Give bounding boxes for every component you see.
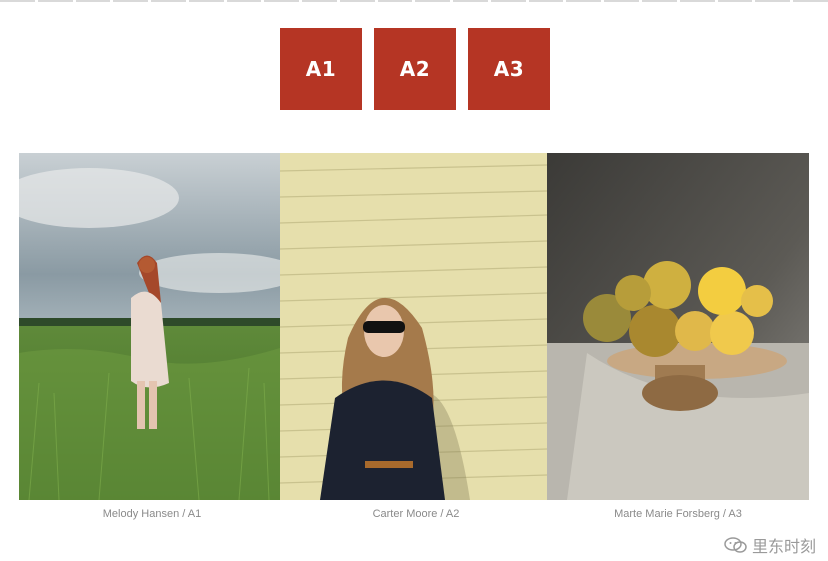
tab-bar: A1 A2 A3: [280, 28, 550, 110]
tab-a3[interactable]: A3: [468, 28, 550, 110]
photo-gallery: [19, 153, 809, 500]
gallery-photo-a3[interactable]: [547, 153, 809, 500]
wechat-icon: [724, 537, 747, 553]
caption-row: Melody Hansen / A1 Carter Moore / A2 Mar…: [19, 508, 809, 520]
caption-a3: Marte Marie Forsberg / A3: [614, 508, 742, 520]
tab-a1[interactable]: A1: [280, 28, 362, 110]
gallery-photo-a2[interactable]: [280, 153, 547, 500]
gallery-photo-a1[interactable]: [19, 153, 280, 500]
tab-a2[interactable]: A2: [374, 28, 456, 110]
watermark-text: 里东时刻: [751, 537, 816, 556]
caption-a2: Carter Moore / A2: [372, 508, 460, 520]
caption-a1: Melody Hansen / A1: [102, 508, 202, 520]
photo-field-image: [19, 153, 280, 500]
photo-wall-image: [280, 153, 547, 500]
photo-fruit-image: [547, 153, 809, 500]
watermark: 里东时刻: [724, 533, 816, 557]
top-divider: [0, 0, 828, 4]
